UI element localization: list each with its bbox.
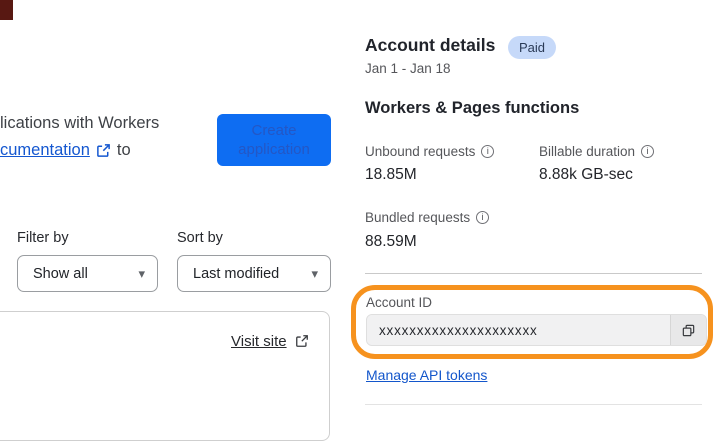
filter-dropdown[interactable]: Show all ▾ — [17, 255, 158, 292]
filter-by-label: Filter by — [17, 230, 69, 246]
stat-label-text: Billable duration — [539, 144, 636, 159]
account-id-input[interactable] — [367, 315, 670, 345]
chevron-down-icon: ▾ — [311, 266, 318, 281]
create-application-button[interactable]: Create application — [217, 114, 331, 166]
sort-by-label: Sort by — [177, 230, 223, 246]
info-icon[interactable]: i — [641, 145, 655, 158]
account-id-field-group — [366, 314, 707, 346]
unbound-requests-label: Unbound requests i — [365, 144, 495, 159]
visit-site-link[interactable]: Visit site — [231, 333, 310, 350]
billable-duration-value: 8.88k GB-sec — [539, 166, 633, 183]
info-icon[interactable]: i — [476, 211, 490, 224]
stat-label-text: Unbound requests — [365, 144, 476, 159]
external-link-icon — [295, 334, 310, 349]
visit-site-label: Visit site — [231, 333, 287, 350]
copy-button[interactable] — [670, 315, 706, 345]
project-card: Visit site — [0, 311, 330, 441]
paid-badge: Paid — [508, 36, 557, 59]
info-icon[interactable]: i — [481, 145, 495, 158]
manage-api-tokens-link[interactable]: Manage API tokens — [366, 367, 487, 383]
bundled-requests-label: Bundled requests i — [365, 210, 490, 225]
bundled-requests-value: 88.59M — [365, 233, 417, 250]
workers-pages-functions-title: Workers & Pages functions — [365, 99, 580, 117]
intro-text-line2: cumentation to — [0, 141, 131, 160]
red-square-marker — [0, 0, 13, 20]
external-link-icon — [96, 143, 111, 158]
copy-icon — [682, 324, 695, 336]
intro-text-suffix: to — [116, 141, 131, 159]
intro-text-line1: lications with Workers — [0, 114, 160, 132]
date-range: Jan 1 - Jan 18 — [365, 61, 451, 76]
account-id-label: Account ID — [366, 295, 433, 310]
documentation-link[interactable]: cumentation — [0, 141, 90, 160]
sort-dropdown-value: Last modified — [193, 265, 280, 282]
unbound-requests-value: 18.85M — [365, 166, 417, 183]
chevron-down-icon: ▾ — [138, 266, 145, 281]
account-details-title: Account details — [365, 35, 496, 55]
sort-dropdown[interactable]: Last modified ▾ — [177, 255, 331, 292]
divider — [365, 404, 702, 405]
filter-dropdown-value: Show all — [33, 265, 88, 282]
stat-label-text: Bundled requests — [365, 210, 471, 225]
billable-duration-label: Billable duration i — [539, 144, 655, 159]
divider — [365, 273, 702, 274]
